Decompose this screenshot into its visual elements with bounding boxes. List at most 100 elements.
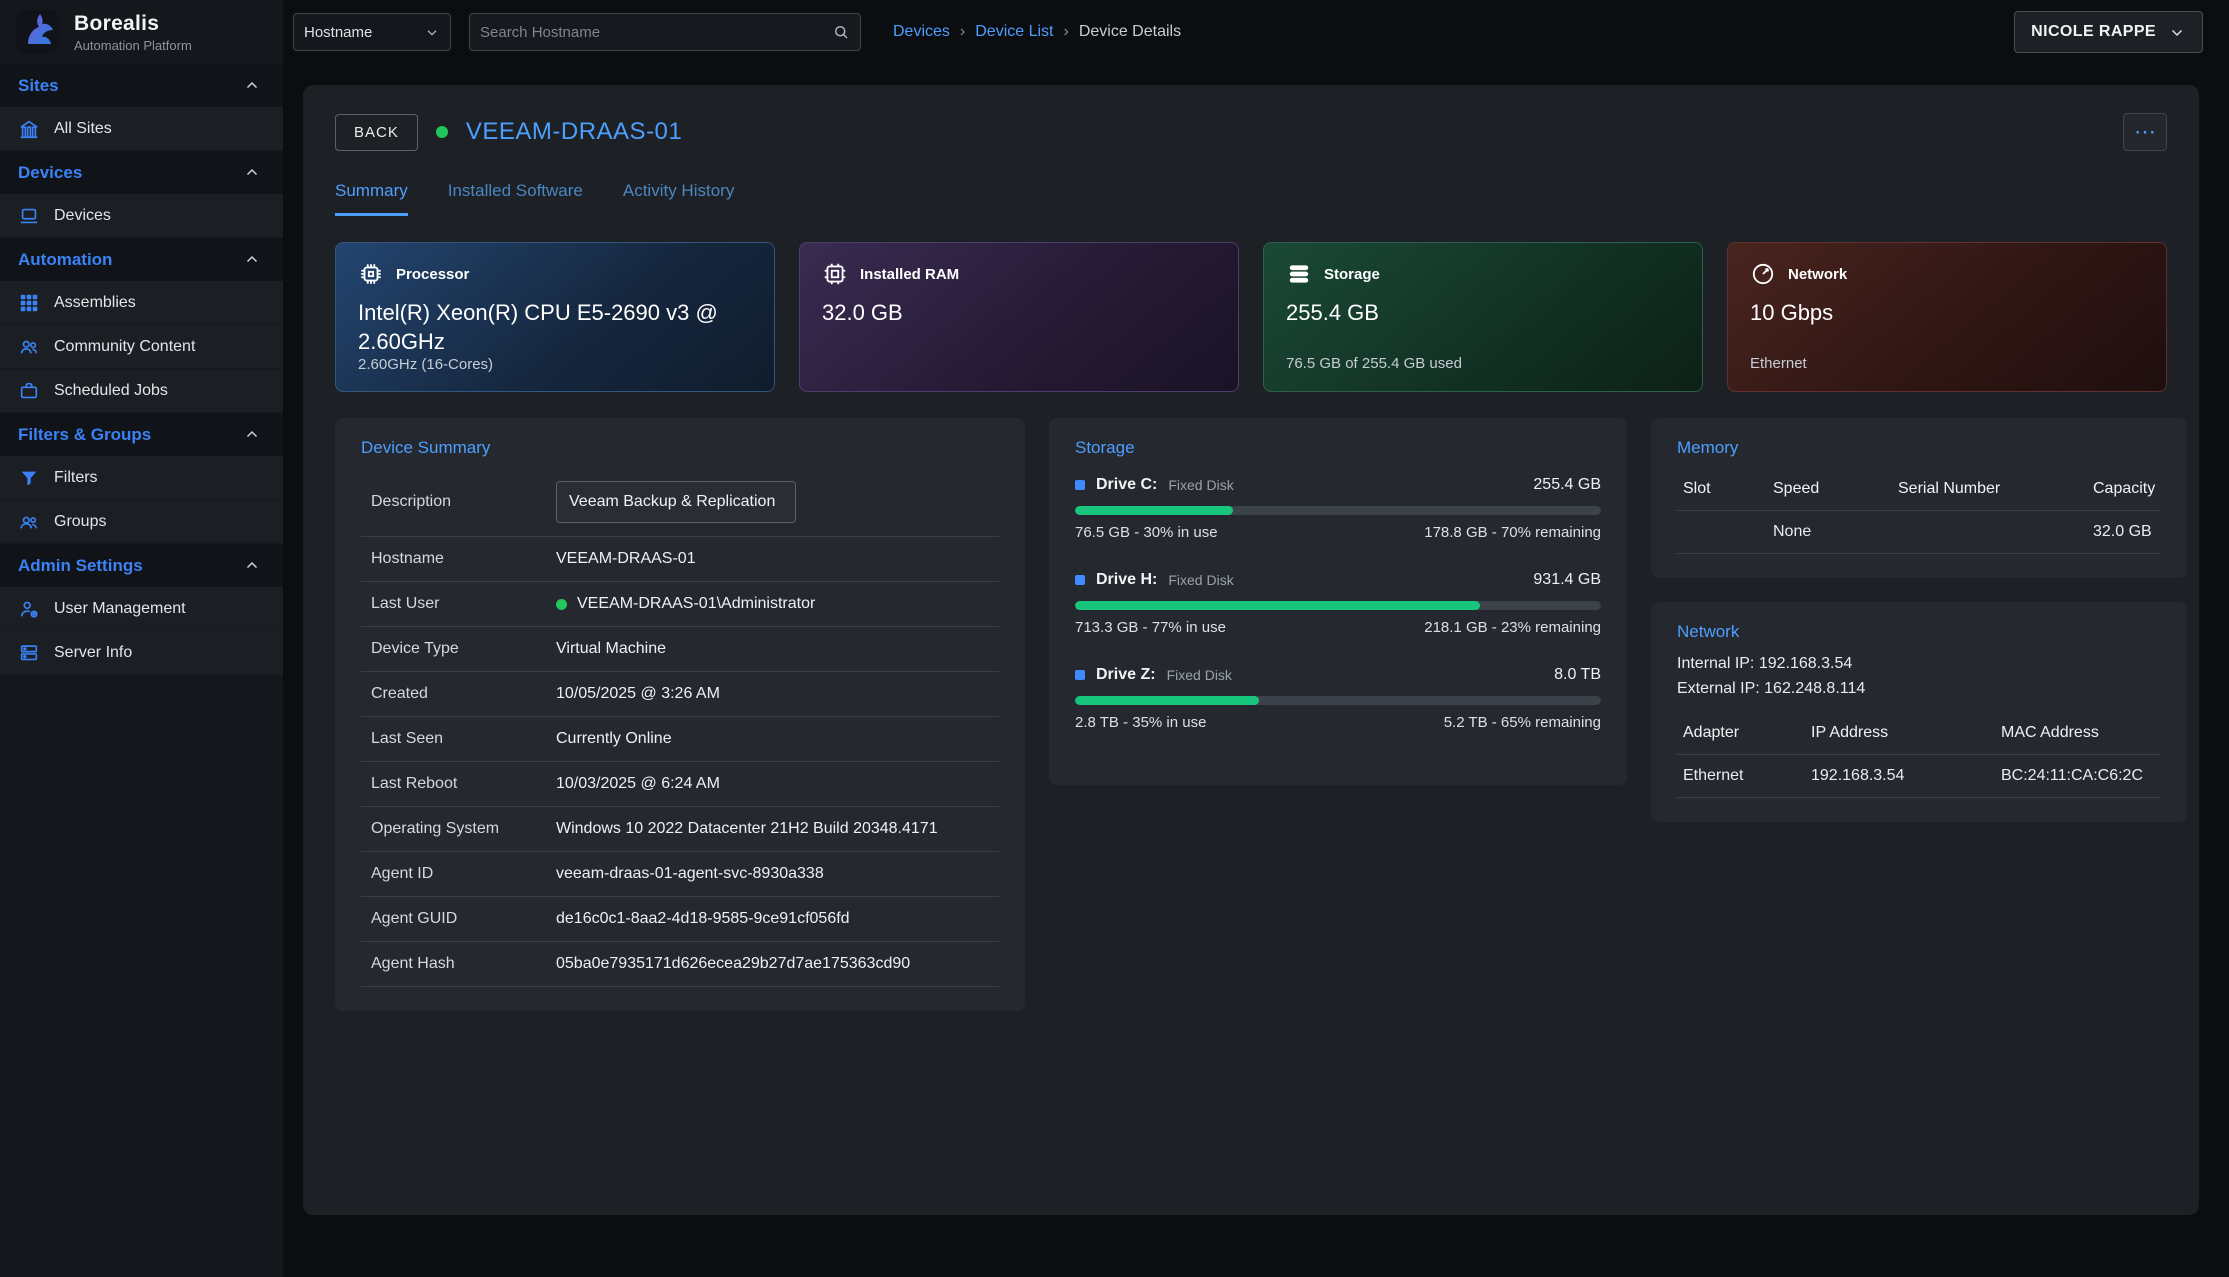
speed-gauge-icon (1750, 261, 1776, 287)
tab-summary[interactable]: Summary (335, 181, 408, 216)
row-value: de16c0c1-8aa2-4d18-9585-9ce91cf056fd (556, 910, 850, 928)
drive-h: Drive H: Fixed Disk 931.4 GB 713.3 GB - … (1075, 571, 1601, 636)
breadcrumb-current: Device Details (1079, 23, 1181, 41)
summary-row-device-type: Device Type Virtual Machine (361, 627, 999, 672)
card-label: Installed RAM (860, 266, 959, 283)
row-value: Currently Online (556, 730, 672, 748)
sidebar-section-devices[interactable]: Devices (0, 151, 283, 194)
sidebar-item-groups[interactable]: Groups (0, 500, 283, 544)
chevron-up-icon (243, 77, 261, 95)
card-value: Intel(R) Xeon(R) CPU E5-2690 v3 @ 2.60GH… (358, 299, 720, 356)
section-label: Devices (18, 163, 82, 183)
drive-bullet-icon (1075, 670, 1085, 680)
network-card: Network 10 Gbps Ethernet (1727, 242, 2167, 392)
groups-icon (18, 511, 40, 533)
online-status-dot (556, 599, 567, 610)
row-value: 10/05/2025 @ 3:26 AM (556, 685, 720, 703)
brand-name: Borealis (74, 12, 192, 36)
sidebar-item-all-sites[interactable]: All Sites (0, 107, 283, 151)
network-table-header: Adapter IP Address MAC Address (1677, 712, 2161, 755)
laptop-icon (18, 205, 40, 227)
sidebar-item-user-management[interactable]: User Management (0, 587, 283, 631)
more-options-button[interactable]: ⋯ (2123, 113, 2167, 151)
row-value: Windows 10 2022 Datacenter 21H2 Build 20… (556, 820, 938, 838)
storage-panel: Storage Drive C: Fixed Disk 255.4 GB 76.… (1049, 418, 1627, 785)
select-value: Hostname (304, 24, 372, 41)
row-value: veeam-draas-01-agent-svc-8930a338 (556, 865, 824, 883)
chevron-down-icon (2168, 23, 2186, 41)
stat-cards: Processor Intel(R) Xeon(R) CPU E5-2690 v… (335, 242, 2167, 392)
network-title: Network (1677, 622, 2161, 642)
breadcrumb-separator: › (960, 23, 965, 41)
user-menu-button[interactable]: NICOLE RAPPE (2014, 11, 2203, 53)
storage-stack-icon (1286, 261, 1312, 287)
breadcrumb: Devices › Device List › Device Details (893, 23, 1181, 41)
drive-usage-fill (1075, 601, 1480, 610)
sidebar-section-sites[interactable]: Sites (0, 64, 283, 107)
tab-installed-software[interactable]: Installed Software (448, 181, 583, 216)
row-value: Virtual Machine (556, 640, 666, 658)
back-button[interactable]: BACK (335, 114, 418, 151)
search-input[interactable] (480, 24, 832, 41)
hostname-filter-select[interactable]: Hostname (293, 13, 451, 51)
network-panel: Network Internal IP: 192.168.3.54 Extern… (1651, 602, 2187, 822)
memory-table-header: Slot Speed Serial Number Capacity (1677, 468, 2161, 511)
device-details-panel: BACK VEEAM-DRAAS-01 ⋯ Summary Installed … (303, 85, 2199, 1215)
drive-usage-bar (1075, 506, 1601, 515)
tab-activity-history[interactable]: Activity History (623, 181, 734, 216)
drive-usage-bar (1075, 601, 1601, 610)
drive-remaining: 5.2 TB - 65% remaining (1444, 714, 1601, 731)
search-icon[interactable] (832, 23, 850, 41)
section-label: Sites (18, 76, 59, 96)
drive-usage-fill (1075, 506, 1233, 515)
card-value: 255.4 GB (1286, 299, 1648, 328)
description-input[interactable] (556, 481, 796, 523)
sidebar-item-scheduled-jobs[interactable]: Scheduled Jobs (0, 369, 283, 413)
installed-ram-card: Installed RAM 32.0 GB (799, 242, 1239, 392)
chevron-up-icon (243, 426, 261, 444)
sidebar-section-automation[interactable]: Automation (0, 238, 283, 281)
breadcrumb-device-list[interactable]: Device List (975, 23, 1053, 41)
drive-used: 713.3 GB - 77% in use (1075, 619, 1226, 636)
sidebar-item-label: Filters (54, 469, 98, 487)
drive-remaining: 178.8 GB - 70% remaining (1424, 524, 1601, 541)
card-footer: 76.5 GB of 255.4 GB used (1286, 355, 1680, 373)
row-value: 05ba0e7935171d626ecea29b27d7ae175363cd90 (556, 955, 910, 973)
user-name: NICOLE RAPPE (2031, 23, 2156, 41)
drive-used: 2.8 TB - 35% in use (1075, 714, 1206, 731)
row-value: VEEAM-DRAAS-01 (556, 550, 696, 568)
card-value: 32.0 GB (822, 299, 1184, 328)
drive-remaining: 218.1 GB - 23% remaining (1424, 619, 1601, 636)
internal-ip: Internal IP: 192.168.3.54 (1677, 652, 2161, 677)
sidebar-item-label: Devices (54, 207, 111, 225)
building-icon (18, 118, 40, 140)
section-label: Filters & Groups (18, 425, 151, 445)
sidebar-item-label: Groups (54, 513, 106, 531)
content-area: BACK VEEAM-DRAAS-01 ⋯ Summary Installed … (283, 64, 2229, 1277)
app-root: Borealis Automation Platform Sites All S… (0, 0, 2229, 1277)
sidebar-section-admin-settings[interactable]: Admin Settings (0, 544, 283, 587)
user-gear-icon (18, 598, 40, 620)
card-value: 10 Gbps (1750, 299, 2112, 328)
summary-row-operating-system: Operating System Windows 10 2022 Datacen… (361, 807, 999, 852)
device-summary-panel: Device Summary Description Hostname VEEA… (335, 418, 1025, 1011)
summary-row-agent-id: Agent ID veeam-draas-01-agent-svc-8930a3… (361, 852, 999, 897)
sidebar: Borealis Automation Platform Sites All S… (0, 0, 283, 1277)
breadcrumb-devices[interactable]: Devices (893, 23, 950, 41)
device-header: BACK VEEAM-DRAAS-01 ⋯ (335, 113, 2167, 151)
card-label: Storage (1324, 266, 1380, 283)
summary-row-agent-guid: Agent GUID de16c0c1-8aa2-4d18-9585-9ce91… (361, 897, 999, 942)
sidebar-item-devices[interactable]: Devices (0, 194, 283, 238)
sidebar-item-server-info[interactable]: Server Info (0, 631, 283, 675)
card-footer (822, 355, 1216, 373)
sidebar-item-assemblies[interactable]: Assemblies (0, 281, 283, 325)
device-title: VEEAM-DRAAS-01 (466, 118, 682, 146)
external-ip: External IP: 162.248.8.114 (1677, 677, 2161, 702)
sidebar-section-filters-groups[interactable]: Filters & Groups (0, 413, 283, 456)
cpu-icon (358, 261, 384, 287)
sidebar-item-filters[interactable]: Filters (0, 456, 283, 500)
card-label: Network (1788, 266, 1847, 283)
grid-icon (18, 292, 40, 314)
sidebar-item-community-content[interactable]: Community Content (0, 325, 283, 369)
card-label: Processor (396, 266, 469, 283)
